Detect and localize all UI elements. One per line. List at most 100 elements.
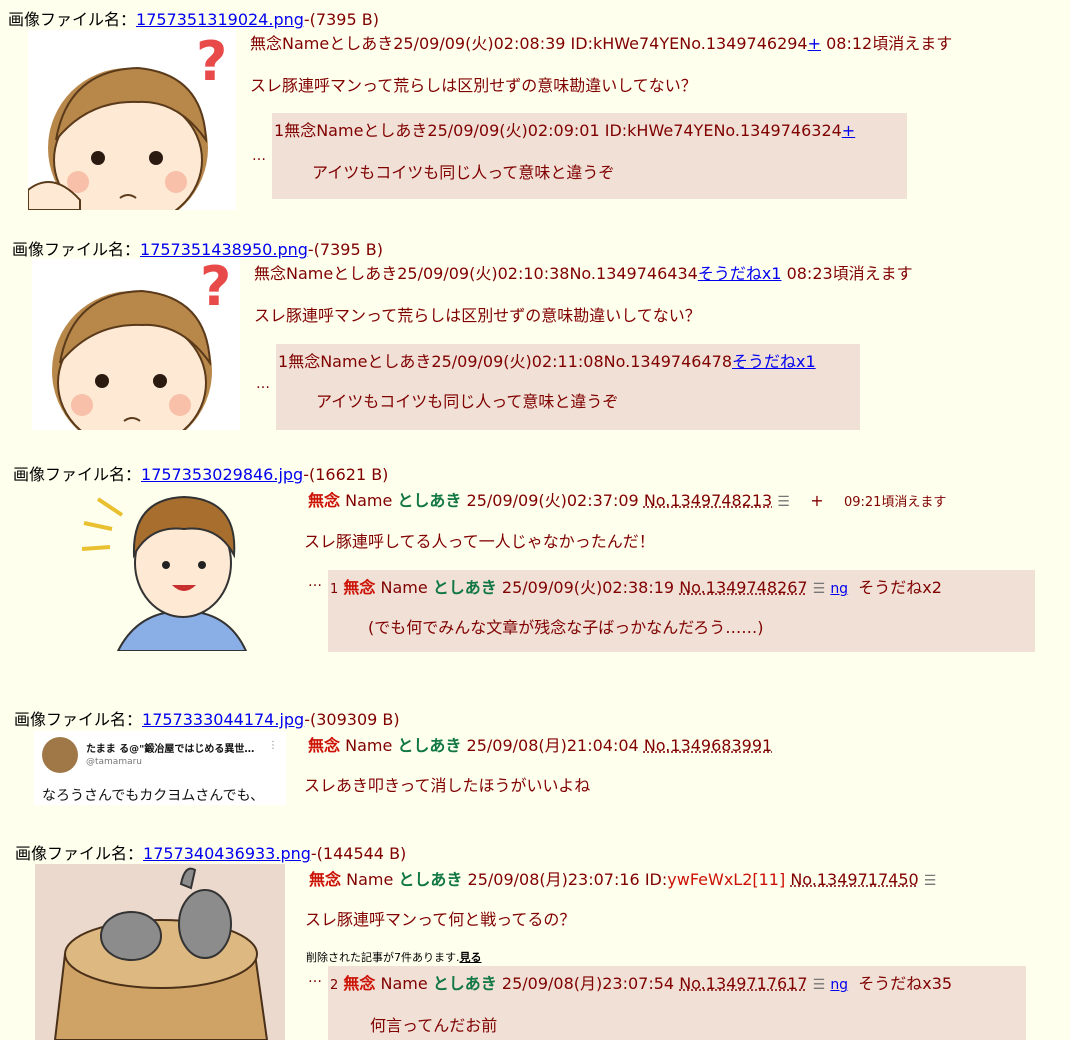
post-subject: 無念 — [254, 264, 287, 283]
deleted-notice: 削除された記事が7件あります.見る — [306, 949, 482, 965]
plus-link[interactable]: + — [842, 121, 855, 140]
file-info: 画像ファイル名：1757351319024.png-(7395 B) — [8, 6, 379, 30]
reply-number[interactable]: No.1349746324 — [713, 121, 841, 140]
more-icon: ⋮ — [268, 740, 278, 751]
sodane-button[interactable]: そうだねx35 — [858, 974, 952, 993]
post-body: スレ豚連呼してる人って一人じゃなかったんだ！ — [304, 532, 655, 551]
post-subject: 無念 — [308, 491, 341, 510]
post-number[interactable]: No.1349683991 — [644, 736, 772, 755]
reply-block: 1 無念 Name としあき 25/09/09(火)02:38:19 No.13… — [328, 570, 1035, 652]
reply-date: 25/09/09(火)02:38:19 — [501, 578, 675, 597]
file-label: 画像ファイル名： — [14, 710, 143, 729]
reply-subject: 無念 — [284, 121, 317, 140]
tweet-account: たまま る@"鍛冶屋ではじめる異世… — [86, 744, 255, 755]
post-header: 無念Nameとしあき25/09/09(火)02:08:39 ID:kHWe74Y… — [250, 30, 952, 54]
reply-id: ID:kHWe74YE — [604, 121, 714, 140]
file-size: -(144544 B) — [310, 844, 407, 863]
menu-icon[interactable]: ☰ — [813, 581, 826, 597]
post-date: 25/09/09(火)02:37:09 — [466, 491, 639, 510]
reply-ellipsis: … — [252, 148, 266, 164]
post-user: としあき — [397, 491, 462, 510]
file-label: 画像ファイル名： — [12, 240, 141, 259]
avatar — [42, 737, 78, 773]
expire-time: 08:23頃消えます — [786, 264, 913, 283]
post-date: 25/09/09(火)02:10:38 — [397, 264, 570, 283]
post-number[interactable]: No.1349717450 — [790, 870, 918, 889]
post-name: Name — [286, 264, 334, 283]
reply-header: 1無念Nameとしあき25/09/09(火)02:11:08No.1349746… — [278, 348, 816, 372]
post-header: 無念 Name としあき 25/09/08(月)23:07:16 ID:ywFe… — [309, 866, 936, 890]
thumbnail-beetles[interactable] — [35, 864, 285, 1040]
menu-icon[interactable]: ☰ — [777, 494, 790, 510]
file-link[interactable]: 1757351438950.png — [140, 240, 308, 259]
reply-number[interactable]: No.1349746478 — [604, 352, 732, 371]
sodane-button[interactable]: そうだねx2 — [858, 578, 942, 597]
show-deleted-link[interactable]: 見る — [460, 951, 482, 964]
thumbnail-boy-question[interactable]: ? — [32, 259, 240, 430]
reply-user: としあき — [432, 578, 497, 597]
post-subject: 無念 — [308, 736, 341, 755]
plus-link[interactable]: + — [810, 491, 823, 510]
post-user: としあき — [397, 736, 462, 755]
reply-number[interactable]: No.1349717617 — [679, 974, 807, 993]
post-body: スレ豚連呼マンって何と戦ってるの？ — [305, 910, 576, 929]
svg-text:?: ? — [196, 30, 227, 93]
file-label: 画像ファイル名： — [15, 844, 144, 863]
reply-user: としあき — [363, 121, 428, 140]
thumbnail-boy-smile[interactable] — [78, 485, 248, 651]
tweet-text: なろうさんでもカクヨムさんでも、 — [42, 788, 265, 804]
file-link[interactable]: 1757333044174.jpg — [142, 710, 304, 729]
post-name: Name — [345, 736, 393, 755]
thumbnail-tweet[interactable]: たまま る@"鍛冶屋ではじめる異世… ⋮ @tamamaru なろうさんでもカク… — [34, 731, 286, 805]
deleted-text: 削除された記事が7件あります. — [306, 951, 460, 964]
reply-number[interactable]: No.1349748267 — [679, 578, 807, 597]
post-body: スレ豚連呼マンって荒らしは区別せずの意味勘違いしてない？ — [254, 306, 701, 325]
reply-header: 2 無念 Name としあき 25/09/08(月)23:07:54 No.13… — [330, 970, 952, 994]
post-subject: 無念 — [309, 870, 342, 889]
reply-subject: 無念 — [343, 578, 376, 597]
post-id: ID:kHWe74YE — [570, 34, 680, 53]
sodane-button[interactable]: そうだねx1 — [698, 264, 782, 283]
post-date: 25/09/08(月)21:04:04 — [466, 736, 639, 755]
post-date: 25/09/08(月)23:07:16 — [467, 870, 640, 889]
file-label: 画像ファイル名： — [13, 465, 142, 484]
reply-body: (でも何でみんな文章が残念な子ばっかなんだろう……) — [368, 618, 764, 637]
post-user: としあき — [398, 870, 463, 889]
post-user: としあき — [329, 34, 394, 53]
file-link[interactable]: 1757353029846.jpg — [141, 465, 303, 484]
post-number[interactable]: No.1349748213 — [644, 491, 772, 510]
reply-ellipsis: … — [308, 970, 322, 986]
post-id-label: ID: — [644, 870, 668, 889]
file-size: -(7395 B) — [303, 10, 379, 29]
ng-button[interactable]: ng — [830, 581, 848, 597]
reply-header: 1 無念 Name としあき 25/09/09(火)02:38:19 No.13… — [330, 574, 942, 598]
post-name: Name — [282, 34, 330, 53]
file-info: 画像ファイル名：1757351438950.png-(7395 B) — [12, 236, 383, 260]
post-id[interactable]: ywFeWxL2[11] — [667, 870, 785, 889]
file-size: -(7395 B) — [307, 240, 383, 259]
file-link[interactable]: 1757351319024.png — [136, 10, 304, 29]
post-number[interactable]: No.1349746434 — [569, 264, 697, 283]
post-number[interactable]: No.1349746294 — [679, 34, 807, 53]
reply-date: 25/09/08(月)23:07:54 — [501, 974, 675, 993]
reply-name: Name — [316, 121, 364, 140]
ng-button[interactable]: ng — [830, 977, 848, 993]
menu-icon[interactable]: ☰ — [813, 977, 826, 993]
svg-text:?: ? — [200, 259, 231, 318]
file-link[interactable]: 1757340436933.png — [143, 844, 311, 863]
tweet-handle: @tamamaru — [86, 757, 143, 767]
expire-time: 09:21頃消えます — [843, 495, 947, 510]
reply-name: Name — [380, 974, 428, 993]
post-body: スレあき叩きって消したほうがいいよね — [304, 776, 591, 795]
reply-body: 何言ってんだお前 — [370, 1016, 498, 1035]
reply-name: Name — [380, 578, 428, 597]
expire-time: 08:12頃消えます — [826, 34, 953, 53]
reply-index: 1 — [274, 121, 285, 140]
thumbnail-boy-question[interactable]: ? — [28, 30, 236, 210]
reply-header: 1無念Nameとしあき25/09/09(火)02:09:01 ID:kHWe74… — [274, 117, 855, 141]
menu-icon[interactable]: ☰ — [924, 873, 937, 889]
plus-link[interactable]: + — [808, 34, 821, 53]
reply-name: Name — [320, 352, 368, 371]
reply-block: 2 無念 Name としあき 25/09/08(月)23:07:54 No.13… — [328, 966, 1026, 1040]
sodane-button[interactable]: そうだねx1 — [732, 352, 816, 371]
